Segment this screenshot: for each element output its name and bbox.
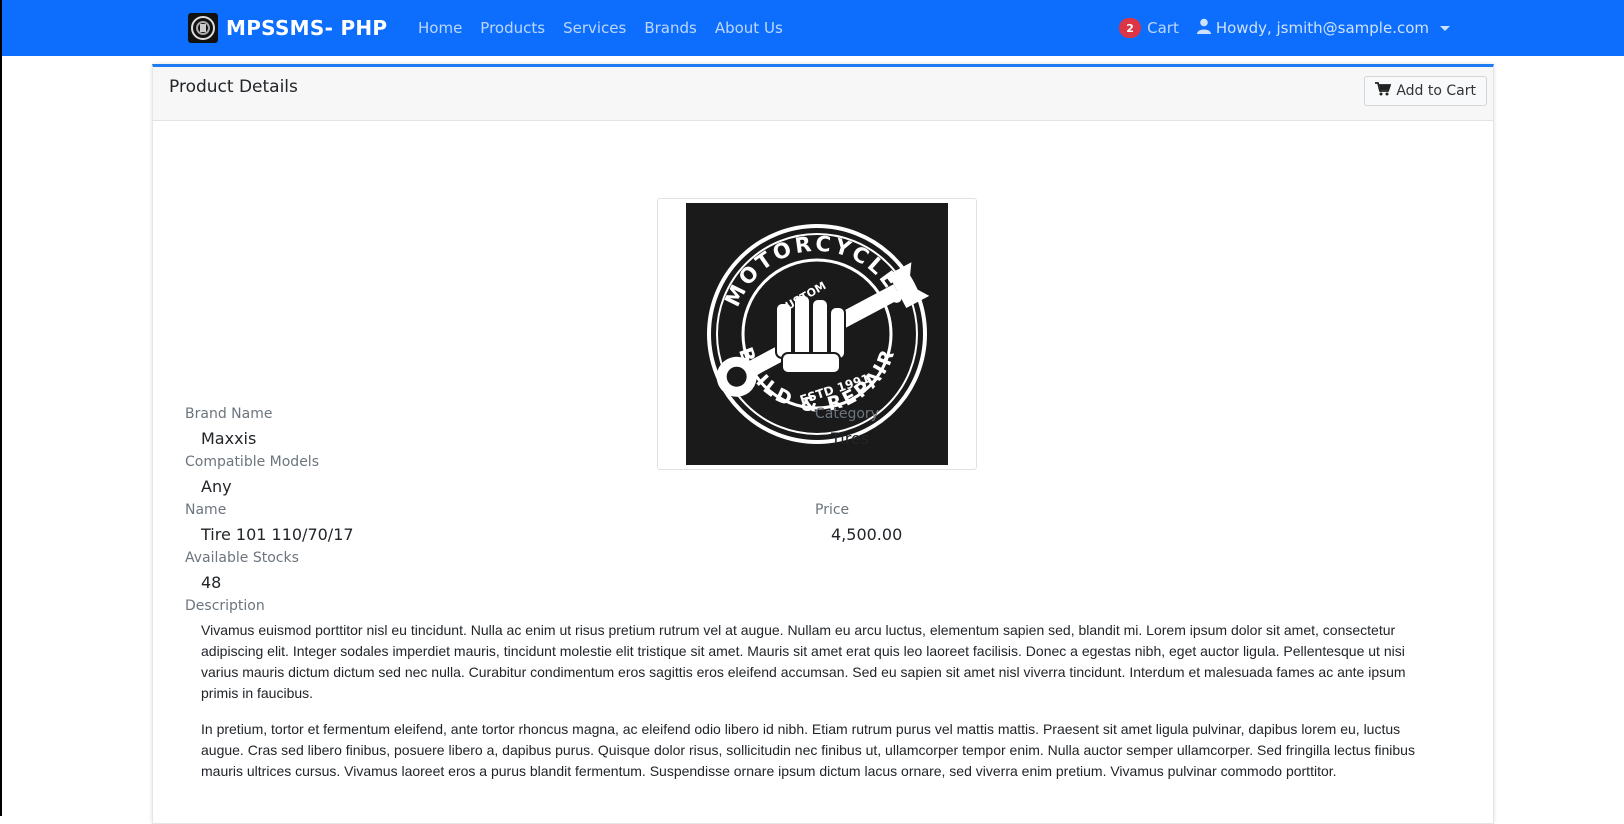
user-dropdown[interactable]: Howdy, jsmith@sample.com bbox=[1196, 18, 1450, 38]
main-nav: Home Products Services Brands About Us bbox=[418, 0, 783, 56]
nav-products[interactable]: Products bbox=[480, 19, 545, 37]
price-value: 4,500.00 bbox=[831, 525, 903, 544]
nav-home[interactable]: Home bbox=[418, 19, 462, 37]
nav-services[interactable]: Services bbox=[563, 19, 626, 37]
cart-link[interactable]: 2 Cart bbox=[1119, 18, 1179, 38]
available-stocks-value: 48 bbox=[201, 573, 222, 592]
cart-icon bbox=[1375, 82, 1392, 100]
product-image-frame: MOTORCYCLES BUILD & REPAIR CUSTOM ESTD 1… bbox=[657, 198, 977, 470]
cart-label: Cart bbox=[1147, 19, 1179, 37]
brand-name-value: Maxxis bbox=[201, 429, 257, 448]
brand-link[interactable]: MPSSMS- PHP bbox=[188, 12, 387, 44]
description-paragraph: In pretium, tortor et fermentum eleifend… bbox=[201, 721, 1415, 779]
card-header: Product Details Add to Cart bbox=[153, 67, 1493, 121]
price-label: Price bbox=[815, 502, 850, 518]
nav-brands[interactable]: Brands bbox=[644, 19, 697, 37]
compatible-models-value: Any bbox=[201, 477, 232, 496]
user-greeting: Howdy, jsmith@sample.com bbox=[1215, 19, 1429, 37]
page-title: Product Details bbox=[169, 77, 298, 97]
available-stocks-label: Available Stocks bbox=[185, 550, 299, 566]
product-name-label: Name bbox=[185, 502, 227, 518]
add-to-cart-button[interactable]: Add to Cart bbox=[1364, 76, 1487, 106]
product-details-card: Product Details Add to Cart MOTORCYCLES … bbox=[152, 64, 1494, 824]
description-paragraph: Vivamus euismod porttitor nisl eu tincid… bbox=[201, 622, 1406, 701]
product-name-value: Tire 101 110/70/17 bbox=[201, 525, 354, 544]
category-value: Tires bbox=[831, 429, 870, 448]
description-text: Vivamus euismod porttitor nisl eu tincid… bbox=[201, 620, 1423, 797]
user-icon bbox=[1196, 18, 1211, 38]
motorcycle-logo-icon bbox=[188, 13, 218, 43]
top-navbar: MPSSMS- PHP Home Products Services Brand… bbox=[2, 0, 1624, 56]
compatible-models-label: Compatible Models bbox=[185, 454, 319, 470]
add-to-cart-label: Add to Cart bbox=[1396, 83, 1476, 99]
brand-name-label: Brand Name bbox=[185, 406, 273, 422]
product-image: MOTORCYCLES BUILD & REPAIR CUSTOM ESTD 1… bbox=[686, 203, 948, 465]
nav-about-us[interactable]: About Us bbox=[715, 19, 783, 37]
cart-count-badge: 2 bbox=[1119, 18, 1142, 38]
category-label: Category bbox=[815, 406, 879, 422]
caret-down-icon bbox=[1440, 25, 1450, 31]
navbar-right: 2 Cart Howdy, jsmith@sample.com bbox=[1119, 0, 1450, 56]
brand-name: MPSSMS- PHP bbox=[226, 16, 388, 40]
description-label: Description bbox=[185, 598, 265, 614]
